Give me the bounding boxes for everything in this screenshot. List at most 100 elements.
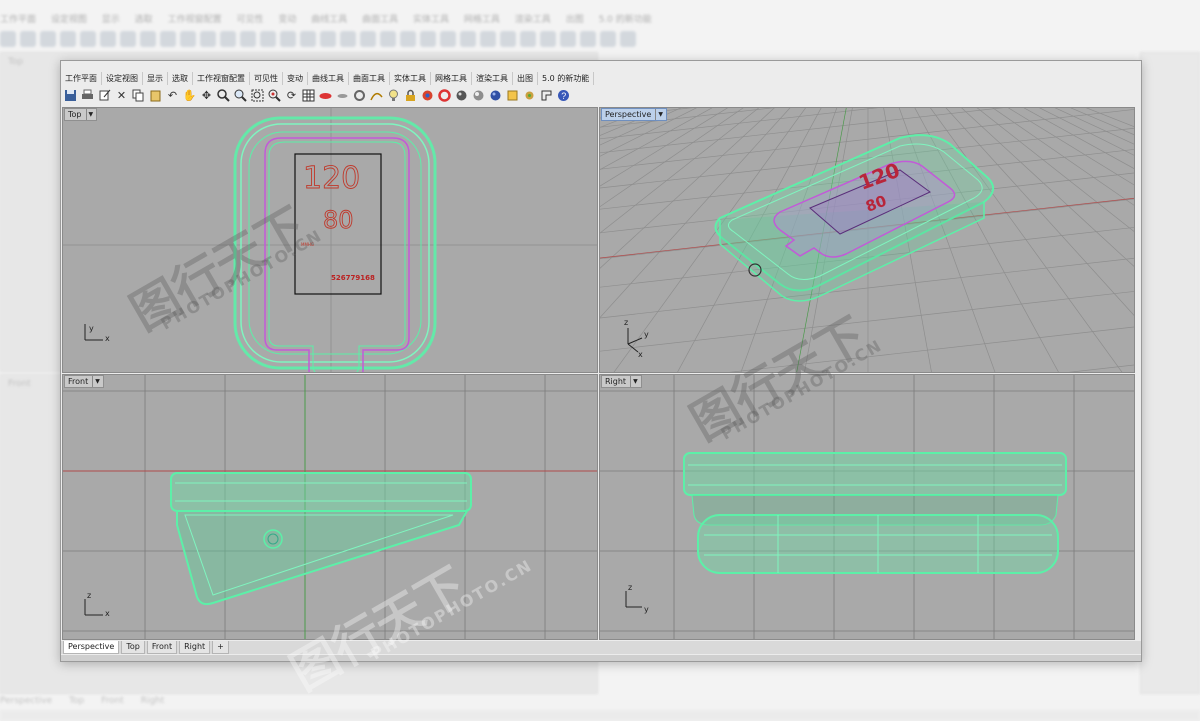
- viewport-title-front[interactable]: Front ▼: [64, 375, 104, 388]
- zoom-extents-icon[interactable]: [250, 88, 265, 103]
- bg-statusbar: [0, 710, 1200, 721]
- top-view-drawing: 120 80 MMHG 526779168: [63, 108, 597, 372]
- diastolic-reading: 80: [323, 206, 354, 234]
- viewport-title-right[interactable]: Right ▼: [601, 375, 642, 388]
- tab-top[interactable]: Top: [121, 641, 145, 654]
- lightbulb-icon[interactable]: [386, 88, 401, 103]
- menu-cplanes[interactable]: 工作平面: [61, 72, 102, 85]
- copy-icon[interactable]: [131, 88, 146, 103]
- paste-icon[interactable]: [148, 88, 163, 103]
- save-icon[interactable]: [63, 88, 78, 103]
- menu-new-in-v5[interactable]: 5.0 的新功能: [538, 72, 595, 85]
- status-bar: [61, 655, 1141, 661]
- rhino-window: 工作平面 设定视图 显示 选取 工作视窗配置 可见性 变动 曲线工具 曲面工具 实体工具 网格工具渲…: [60, 60, 1142, 662]
- viewport-title-perspective[interactable]: Perspective ▼: [601, 108, 667, 121]
- zoom-window-icon[interactable]: [233, 88, 248, 103]
- render-sphere-icon[interactable]: [454, 88, 469, 103]
- menu-drafting[interactable]: 出图: [513, 72, 538, 85]
- menu-display[interactable]: 显示: [143, 72, 168, 85]
- viewport-right[interactable]: Right ▼ z y: [599, 374, 1135, 640]
- bg-menu-item: 渲染工具: [514, 15, 551, 25]
- curve-icon[interactable]: [369, 88, 384, 103]
- menu-render-tools[interactable]: 渲染工具: [472, 72, 513, 85]
- bg-tab: Top: [69, 696, 85, 706]
- chevron-down-icon[interactable]: ▼: [630, 376, 638, 387]
- bg-menu-item: 曲面工具: [362, 15, 399, 25]
- menu-bar: 工作平面 设定视图 显示 选取 工作视窗配置 可见性 变动 曲线工具 曲面工具 实体工具 网格工具渲…: [61, 72, 1141, 85]
- camera-icon[interactable]: [522, 88, 537, 103]
- systolic-reading: 120: [303, 161, 360, 196]
- color-icon[interactable]: [420, 88, 435, 103]
- menu-solid-tools[interactable]: 实体工具: [390, 72, 431, 85]
- bg-viewport: [1140, 52, 1200, 694]
- globe-icon[interactable]: [488, 88, 503, 103]
- viewport-front[interactable]: Front ▼ z x: [62, 374, 598, 640]
- menu-surface-tools[interactable]: 曲面工具: [349, 72, 390, 85]
- phone-number: 526779168: [331, 274, 375, 282]
- bg-tab: Perspective: [0, 696, 53, 706]
- chevron-down-icon[interactable]: ▼: [655, 109, 663, 120]
- bg-tabbar: Perspective Top Front Right: [0, 696, 178, 706]
- move-icon[interactable]: ✥: [199, 88, 214, 103]
- axis-x-label: x: [105, 334, 110, 343]
- cylinder-icon[interactable]: [335, 88, 350, 103]
- bg-menu-item: 可见性: [236, 15, 264, 25]
- undo-icon[interactable]: ↶: [165, 88, 180, 103]
- zoom-selected-icon[interactable]: [267, 88, 282, 103]
- pan-icon[interactable]: ✋: [182, 88, 197, 103]
- help-icon[interactable]: ?: [556, 88, 571, 103]
- right-view-drawing: [600, 375, 1134, 639]
- viewport-tabs: Perspective Top Front Right +: [61, 641, 1141, 654]
- zoom-icon[interactable]: [216, 88, 231, 103]
- bg-menu-item: 工作视窗配置: [167, 15, 222, 25]
- settings-icon[interactable]: [539, 88, 554, 103]
- tab-right[interactable]: Right: [179, 641, 211, 654]
- bg-menu-item: 网格工具: [463, 15, 500, 25]
- axis-x-label: x: [638, 350, 643, 359]
- sphere-icon[interactable]: [318, 88, 333, 103]
- viewport-title-label: Front: [68, 377, 89, 386]
- toolbar: ✕ ↶ ✋ ✥ ⟳ ?: [63, 86, 571, 105]
- viewport-perspective[interactable]: Perspective ▼ 120 80 z y x: [599, 107, 1135, 373]
- material-icon[interactable]: [437, 88, 452, 103]
- bg-toolbar: [0, 28, 660, 50]
- bg-menu-item: 曲线工具: [311, 15, 348, 25]
- bg-menu-item: 工作平面: [0, 15, 37, 25]
- axis-y-label: y: [644, 330, 649, 339]
- bg-menubar: 工作平面 设定视图 显示 选取 工作视窗配置 可见性 变动 曲线工具 曲面工具 …: [0, 12, 664, 26]
- perspective-view-drawing: 120 80: [600, 108, 1134, 372]
- cut-icon[interactable]: ✕: [114, 88, 129, 103]
- axis-y-label: y: [89, 324, 94, 333]
- bg-menu-item: 变动: [278, 15, 297, 25]
- menu-set-view[interactable]: 设定视图: [102, 72, 143, 85]
- bg-menu-item: 出图: [565, 15, 584, 25]
- menu-visibility[interactable]: 可见性: [250, 72, 283, 85]
- grid-icon[interactable]: [301, 88, 316, 103]
- svg-text:?: ?: [561, 91, 566, 101]
- layer-icon[interactable]: [505, 88, 520, 103]
- menu-mesh-tools[interactable]: 网格工具: [431, 72, 472, 85]
- chevron-down-icon[interactable]: ▼: [85, 109, 93, 120]
- print-icon[interactable]: [80, 88, 95, 103]
- tab-front[interactable]: Front: [146, 641, 178, 654]
- unit-label: MMHG: [301, 242, 314, 247]
- axis-z-label: z: [628, 583, 633, 592]
- bg-menu-item: 选取: [134, 15, 153, 25]
- torus-icon[interactable]: [352, 88, 367, 103]
- menu-curve-tools[interactable]: 曲线工具: [308, 72, 349, 85]
- viewport-top[interactable]: Top ▼ 120 80 MMHG 526779168 y x: [62, 107, 598, 373]
- menu-select[interactable]: 选取: [168, 72, 193, 85]
- menu-transform[interactable]: 变动: [283, 72, 308, 85]
- bg-tab: Front: [101, 696, 124, 706]
- viewport-title-top[interactable]: Top ▼: [64, 108, 98, 121]
- rotate-view-icon[interactable]: ⟳: [284, 88, 299, 103]
- lock-icon[interactable]: [403, 88, 418, 103]
- bg-viewport-label: Top: [8, 57, 24, 67]
- menu-viewport-layout[interactable]: 工作视窗配置: [193, 72, 250, 85]
- chevron-down-icon[interactable]: ▼: [92, 376, 100, 387]
- add-tab-icon[interactable]: +: [212, 641, 229, 654]
- shade-icon[interactable]: [471, 88, 486, 103]
- tab-perspective[interactable]: Perspective: [63, 641, 120, 654]
- bg-menu-item: 设定视图: [50, 15, 87, 25]
- edit-icon[interactable]: [97, 88, 112, 103]
